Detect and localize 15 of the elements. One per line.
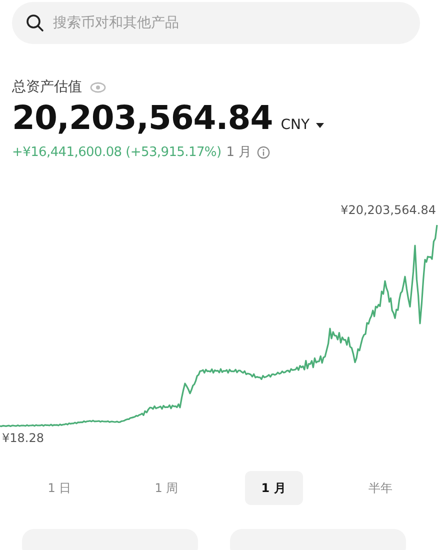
period-tab[interactable]: 1 月 <box>244 471 302 505</box>
max-value-label: ¥20,203,564.84 <box>340 203 436 217</box>
caret-icon <box>316 122 324 128</box>
period-tab[interactable]: 半年 <box>352 471 410 505</box>
search-field[interactable]: 搜索币对和其他产品 <box>12 2 420 44</box>
info-icon[interactable] <box>256 146 270 158</box>
currency-dropdown[interactable]: CNY <box>280 117 324 133</box>
period-tab[interactable]: 1 周 <box>138 471 196 505</box>
eye-icon[interactable] <box>90 82 106 92</box>
balance-amount: 20,203,564.84 <box>12 98 273 137</box>
period-tab[interactable]: 1 日 <box>30 471 88 505</box>
period-label: 1 月 <box>226 144 252 161</box>
min-value-label: ¥18.28 <box>2 431 44 445</box>
change-value: +¥16,441,600.08 (+53,915.17%) <box>12 144 222 160</box>
balance-label: 总资产估值 <box>12 78 82 96</box>
